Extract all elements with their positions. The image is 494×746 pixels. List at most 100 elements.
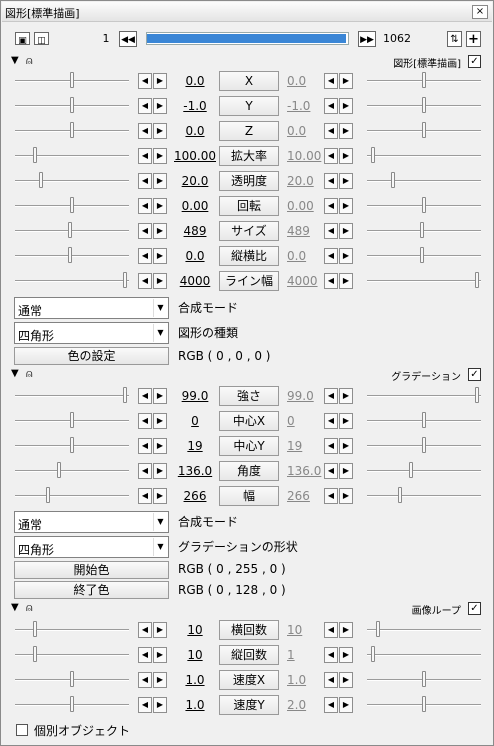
param-name-button[interactable]: 中心X	[219, 411, 279, 431]
start-value[interactable]: 0.00	[169, 199, 221, 213]
left-slider-thumb[interactable]	[32, 147, 37, 163]
section-enable-checkbox[interactable]: ✓	[468, 55, 481, 68]
frame-slider[interactable]	[146, 32, 349, 45]
start-value[interactable]: 1.0	[169, 698, 221, 712]
individual-object-checkbox[interactable]	[16, 724, 28, 736]
increment-button[interactable]: ▶	[153, 198, 167, 214]
right-slider[interactable]	[367, 412, 481, 428]
param-name-button[interactable]: 速度Y	[219, 695, 279, 715]
increment-button[interactable]: ▶	[339, 248, 353, 264]
start-value[interactable]: -1.0	[169, 99, 221, 113]
increment-button[interactable]: ▶	[339, 273, 353, 289]
right-slider[interactable]	[367, 646, 481, 662]
right-slider[interactable]	[367, 172, 481, 188]
right-slider[interactable]	[367, 696, 481, 712]
param-name-button[interactable]: 角度	[219, 461, 279, 481]
end-value[interactable]: 136.0	[287, 464, 323, 478]
left-slider[interactable]	[15, 621, 129, 637]
blend-mode-dropdown[interactable]: 通常 ▼	[14, 297, 169, 319]
param-name-button[interactable]: 拡大率	[219, 146, 279, 166]
param-name-button[interactable]: 強さ	[219, 386, 279, 406]
decrement-button[interactable]: ◀	[138, 98, 152, 114]
left-slider[interactable]	[15, 122, 129, 138]
decrement-button[interactable]: ◀	[138, 488, 152, 504]
left-slider[interactable]	[15, 247, 129, 263]
param-name-button[interactable]: X	[219, 71, 279, 91]
right-slider-thumb[interactable]	[371, 646, 376, 662]
left-slider-thumb[interactable]	[32, 621, 37, 637]
left-slider-thumb[interactable]	[70, 197, 74, 213]
increment-button[interactable]: ▶	[153, 463, 167, 479]
end-value[interactable]: 489	[287, 224, 323, 238]
decrement-button[interactable]: ◀	[324, 672, 338, 688]
decrement-button[interactable]: ◀	[324, 73, 338, 89]
increment-button[interactable]: ▶	[339, 647, 353, 663]
end-value[interactable]: 20.0	[287, 174, 323, 188]
decrement-button[interactable]: ◀	[138, 413, 152, 429]
end-value[interactable]: 4000	[287, 274, 323, 288]
left-slider-thumb[interactable]	[70, 437, 74, 453]
decrement-button[interactable]: ◀	[138, 672, 152, 688]
left-slider-thumb[interactable]	[122, 272, 127, 288]
start-value[interactable]: 136.0	[169, 464, 221, 478]
increment-button[interactable]: ▶	[153, 622, 167, 638]
end-value[interactable]: 1.0	[287, 673, 323, 687]
end-value[interactable]: 10	[287, 623, 323, 637]
right-slider[interactable]	[367, 387, 481, 403]
left-slider[interactable]	[15, 387, 129, 403]
right-slider-thumb[interactable]	[422, 197, 426, 213]
decrement-button[interactable]: ◀	[324, 248, 338, 264]
left-slider[interactable]	[15, 646, 129, 662]
decrement-button[interactable]: ◀	[138, 438, 152, 454]
right-slider-thumb[interactable]	[422, 97, 426, 113]
section-enable-checkbox[interactable]: ✓	[468, 602, 481, 615]
decrement-button[interactable]: ◀	[324, 438, 338, 454]
collapse-arrow-icon[interactable]: ▼	[11, 368, 19, 379]
start-value[interactable]: 0.0	[169, 74, 221, 88]
increment-button[interactable]: ▶	[339, 388, 353, 404]
right-slider[interactable]	[367, 72, 481, 88]
left-slider-thumb[interactable]	[122, 387, 127, 403]
increment-button[interactable]: ▶	[339, 622, 353, 638]
left-slider-thumb[interactable]	[70, 696, 74, 712]
param-name-button[interactable]: Z	[219, 121, 279, 141]
collapse-arrow-icon[interactable]: ▼	[11, 55, 19, 66]
end-value[interactable]: 0.0	[287, 74, 323, 88]
increment-button[interactable]: ▶	[339, 488, 353, 504]
shape-dropdown[interactable]: 四角形 ▼	[14, 322, 169, 344]
increment-button[interactable]: ▶	[339, 413, 353, 429]
right-slider[interactable]	[367, 197, 481, 213]
left-slider[interactable]	[15, 696, 129, 712]
decrement-button[interactable]: ◀	[138, 148, 152, 164]
right-slider-thumb[interactable]	[419, 222, 424, 238]
right-slider-thumb[interactable]	[391, 172, 396, 188]
decrement-button[interactable]: ◀	[324, 647, 338, 663]
camera-icon[interactable]: ▣	[15, 32, 30, 46]
decrement-button[interactable]: ◀	[324, 622, 338, 638]
right-slider-thumb[interactable]	[422, 696, 426, 712]
increment-button[interactable]: ▶	[153, 223, 167, 239]
chevron-down-icon[interactable]: ▼	[153, 513, 167, 531]
increment-button[interactable]: ▶	[339, 223, 353, 239]
decrement-button[interactable]: ◀	[324, 697, 338, 713]
increment-button[interactable]: ▶	[153, 438, 167, 454]
left-slider[interactable]	[15, 671, 129, 687]
decrement-button[interactable]: ◀	[324, 273, 338, 289]
end-value[interactable]: -1.0	[287, 99, 323, 113]
right-slider-thumb[interactable]	[474, 272, 479, 288]
right-slider-thumb[interactable]	[422, 671, 426, 687]
decrement-button[interactable]: ◀	[324, 463, 338, 479]
left-slider-thumb[interactable]	[67, 222, 72, 238]
start-value[interactable]: 1.0	[169, 673, 221, 687]
increment-button[interactable]: ▶	[339, 198, 353, 214]
decrement-button[interactable]: ◀	[138, 223, 152, 239]
increment-button[interactable]: ▶	[153, 123, 167, 139]
left-slider[interactable]	[15, 172, 129, 188]
decrement-button[interactable]: ◀	[324, 173, 338, 189]
left-slider-thumb[interactable]	[70, 122, 74, 138]
increment-button[interactable]: ▶	[339, 73, 353, 89]
right-slider-thumb[interactable]	[408, 462, 413, 478]
right-slider-thumb[interactable]	[422, 412, 426, 428]
increment-button[interactable]: ▶	[153, 148, 167, 164]
end-value[interactable]: 2.0	[287, 698, 323, 712]
